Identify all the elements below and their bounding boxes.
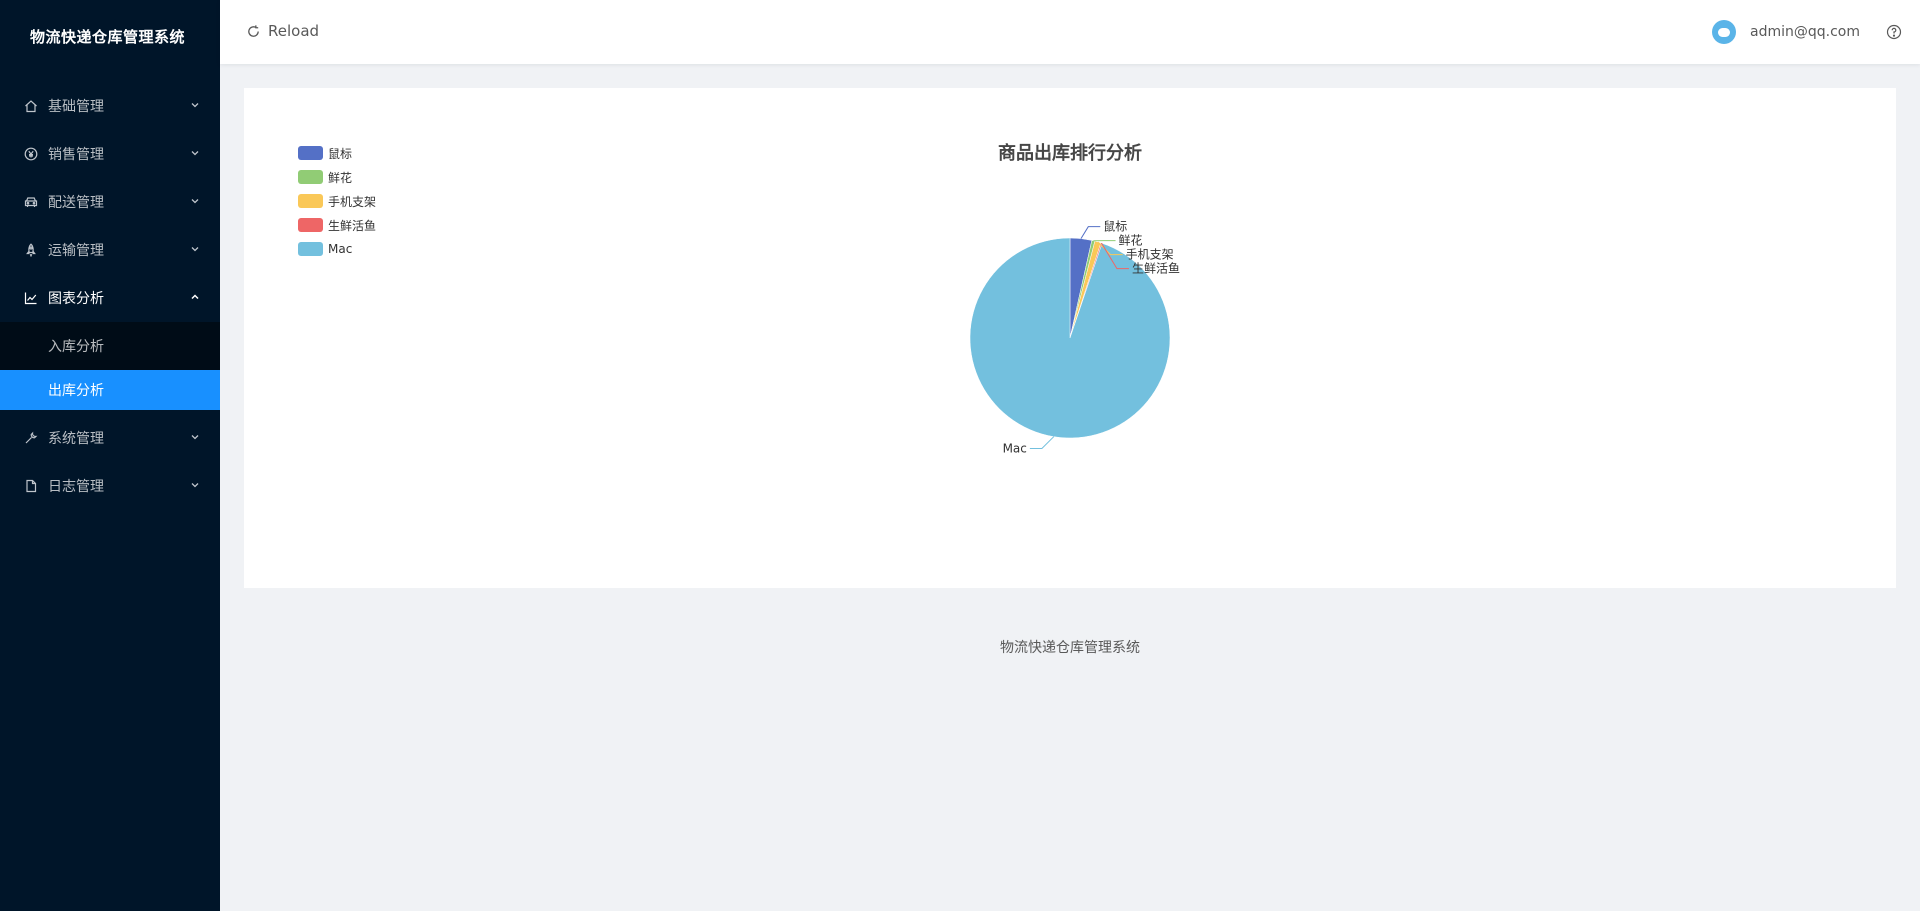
slice-label: 手机支架: [1126, 248, 1174, 262]
chevron-down-icon: [190, 100, 200, 110]
chart-card: 鼠标 鲜花 手机支架 生鲜活鱼 Mac 商品出库排行分析 鼠标 鲜花 手机支架 生鲜活…: [244, 88, 1896, 588]
menu-label: 基础管理: [48, 99, 104, 115]
submenu-inbound-analysis[interactable]: 入库分析: [0, 322, 220, 370]
chevron-down-icon: [190, 480, 200, 490]
line-chart-icon: [24, 291, 38, 305]
rocket-icon: [24, 243, 38, 257]
tool-icon: [24, 431, 38, 445]
chevron-up-icon: [190, 292, 200, 302]
car-icon: [24, 195, 38, 209]
top-header: Reload admin@qq.com: [220, 0, 1920, 64]
menu-sales-management[interactable]: 销售管理: [0, 130, 220, 178]
avatar: [1712, 20, 1736, 44]
home-icon: [24, 99, 38, 113]
user-email: admin@qq.com: [1750, 24, 1860, 40]
help-icon[interactable]: [1886, 24, 1902, 40]
pie-chart: 鼠标鲜花手机支架生鲜活鱼 Mac: [969, 220, 1180, 456]
user-menu[interactable]: admin@qq.com: [1712, 20, 1860, 44]
menu-system-management[interactable]: 系统管理: [0, 414, 220, 462]
menu-label: 运输管理: [48, 243, 104, 259]
chevron-down-icon: [190, 432, 200, 442]
menu-log-management[interactable]: 日志管理: [0, 462, 220, 510]
reload-button[interactable]: Reload: [246, 22, 319, 40]
slice-label: 生鲜活鱼: [1132, 262, 1180, 276]
chevron-down-icon: [190, 148, 200, 158]
menu-basic-management[interactable]: 基础管理: [0, 82, 220, 130]
chevron-down-icon: [190, 244, 200, 254]
file-icon: [24, 479, 38, 493]
menu-delivery-management[interactable]: 配送管理: [0, 178, 220, 226]
chart-analysis-submenu: 入库分析 出库分析: [0, 322, 220, 410]
menu-label: 系统管理: [48, 431, 104, 447]
reload-label: Reload: [268, 22, 320, 40]
label-leader-line: [1029, 436, 1055, 450]
currency-circle-icon: [24, 147, 38, 161]
label-leader-line: [1080, 226, 1101, 239]
sidebar: 物流快递仓库管理系统 基础管理 销售管理 配送管理 运输管理 图表分析 入库分析…: [0, 0, 220, 911]
slice-label: Mac: [1003, 442, 1027, 456]
footer-text: 物流快递仓库管理系统: [1000, 640, 1140, 656]
reload-icon: [248, 24, 259, 37]
slice-label: 鲜花: [1119, 233, 1143, 248]
chevron-down-icon: [190, 196, 200, 206]
menu-chart-analysis[interactable]: 图表分析: [0, 274, 220, 322]
submenu-outbound-analysis[interactable]: 出库分析: [0, 370, 220, 410]
sidebar-menu: 基础管理 销售管理 配送管理 运输管理 图表分析 入库分析 出库分析 系统管理 …: [0, 82, 220, 510]
app-title: 物流快递仓库管理系统: [30, 28, 186, 46]
menu-transport-management[interactable]: 运输管理: [0, 226, 220, 274]
slice-label: 鼠标: [1103, 220, 1127, 234]
menu-label: 销售管理: [48, 147, 104, 163]
menu-label: 图表分析: [48, 291, 104, 307]
menu-label: 日志管理: [48, 479, 104, 495]
menu-label: 配送管理: [48, 195, 104, 211]
